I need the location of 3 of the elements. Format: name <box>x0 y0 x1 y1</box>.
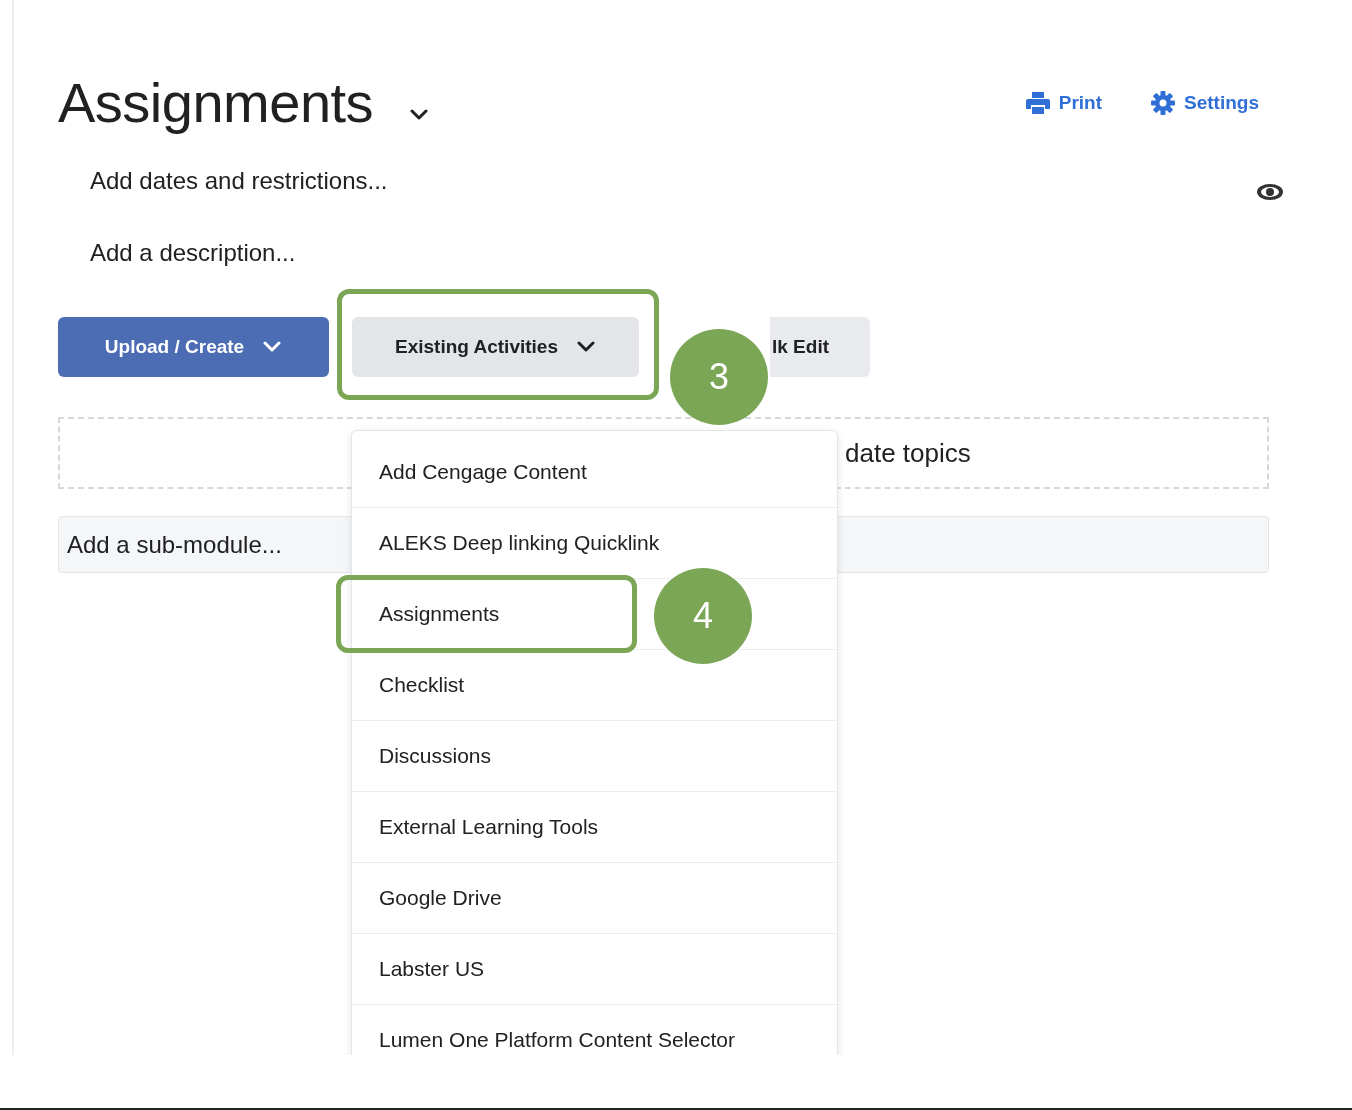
drop-zone-text: date topics <box>845 437 971 469</box>
page-title: Assignments <box>58 70 374 135</box>
step-number-badge: 3 <box>670 329 768 425</box>
